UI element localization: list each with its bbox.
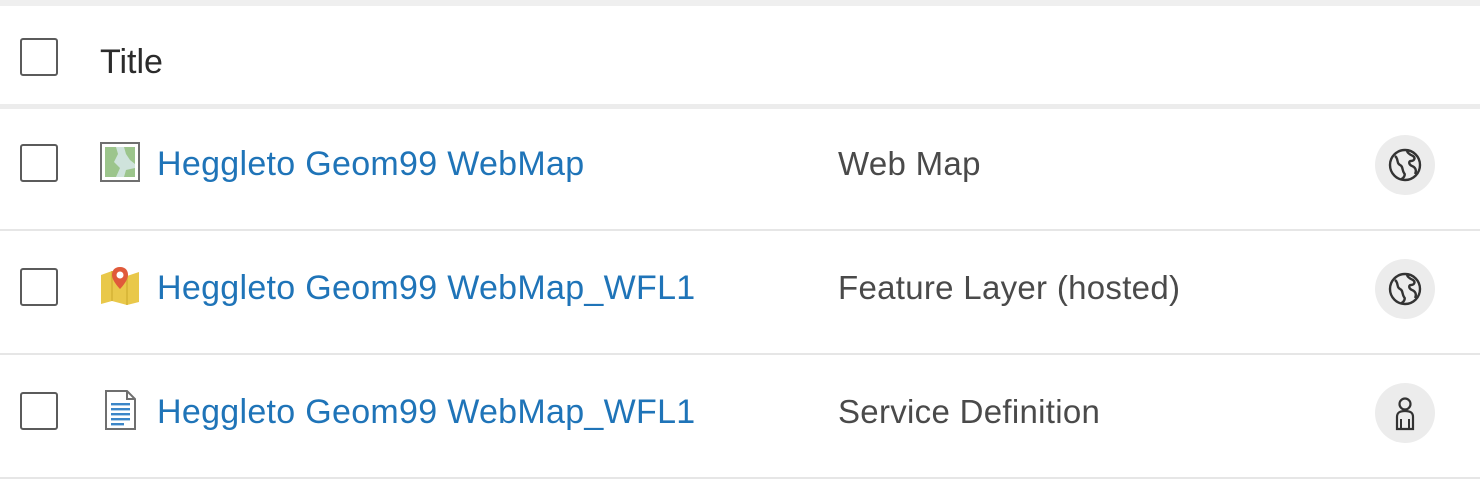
table-header: Title (0, 6, 1480, 104)
row-checkbox[interactable] (20, 392, 58, 430)
service-definition-icon (100, 390, 140, 430)
row-divider (0, 229, 1480, 231)
table-row: Heggleto Geom99 WebMap_WFL1 Service Defi… (0, 357, 1480, 479)
table-row: Heggleto Geom99 WebMap_WFL1 Feature Laye… (0, 233, 1480, 355)
owner-person-icon (1395, 397, 1415, 431)
item-type: Service Definition (838, 393, 1101, 430)
item-title-link[interactable]: Heggleto Geom99 WebMap (157, 144, 584, 184)
item-title-link[interactable]: Heggleto Geom99 WebMap_WFL1 (157, 392, 696, 432)
globe-icon (1388, 148, 1422, 182)
sharing-badge (1375, 259, 1435, 319)
column-header-title[interactable]: Title (100, 42, 163, 82)
item-type: Web Map (838, 145, 981, 182)
item-type: Feature Layer (hosted) (838, 269, 1181, 306)
item-title-link[interactable]: Heggleto Geom99 WebMap_WFL1 (157, 268, 696, 308)
sharing-badge (1375, 135, 1435, 195)
row-divider (0, 353, 1480, 355)
feature-layer-icon (100, 265, 140, 305)
sharing-badge (1375, 383, 1435, 443)
select-all-checkbox[interactable] (20, 38, 58, 76)
table-row: Heggleto Geom99 WebMap Web Map (0, 109, 1480, 231)
web-map-icon (100, 142, 140, 182)
row-checkbox[interactable] (20, 144, 58, 182)
globe-icon (1388, 272, 1422, 306)
row-divider (0, 477, 1480, 479)
row-checkbox[interactable] (20, 268, 58, 306)
